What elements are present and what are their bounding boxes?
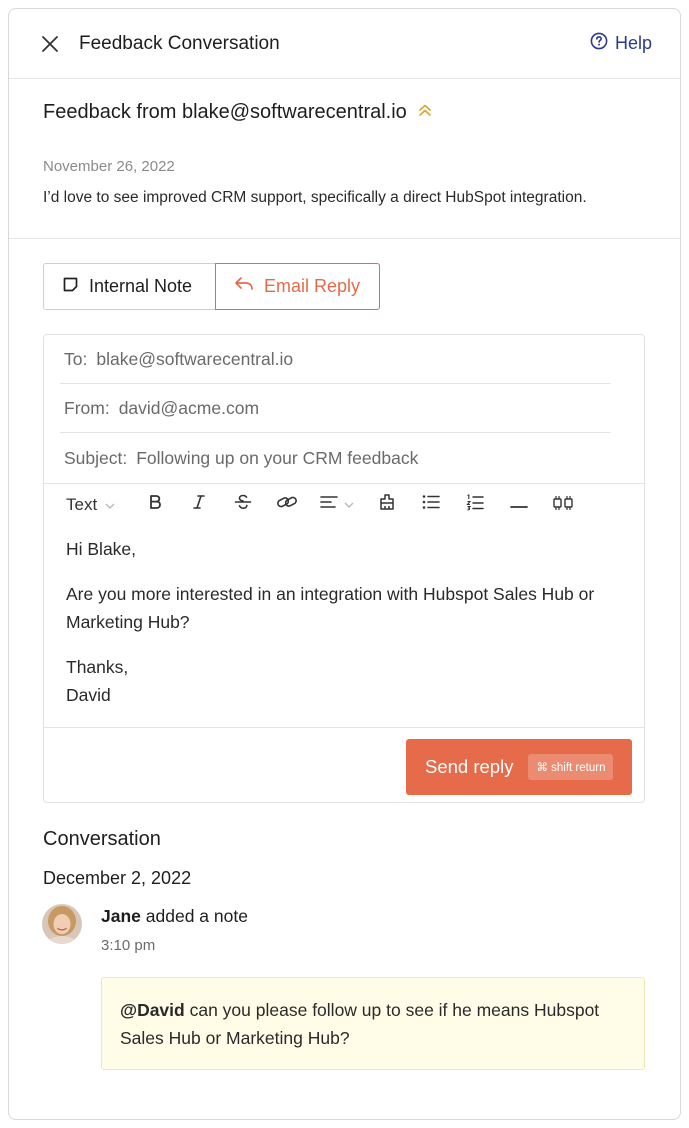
from-value: david@acme.com: [118, 397, 260, 418]
clear-format-icon: [378, 493, 396, 516]
tab-email-reply-label: Email Reply: [264, 276, 361, 296]
send-reply-button[interactable]: Send reply ⌘ shift return: [406, 739, 632, 795]
double-chevron-up-icon: [417, 101, 433, 124]
strikethrough-icon: [234, 493, 252, 516]
email-composer: To: blake@softwarecentral.io From: david…: [43, 334, 645, 803]
to-value: blake@softwarecentral.io: [96, 348, 294, 369]
message-greeting: Hi Blake,: [66, 539, 137, 559]
feedback-panel: Feedback Conversation Help Feedback from…: [8, 8, 681, 1120]
help-label: Help: [614, 33, 652, 53]
quote-button[interactable]: [541, 494, 585, 516]
italic-button[interactable]: [177, 494, 221, 515]
entry-action: added a note: [145, 906, 248, 926]
strikethrough-button[interactable]: [221, 493, 265, 516]
text-style-dropdown[interactable]: Text: [66, 495, 115, 515]
panel-title: Feedback Conversation: [79, 32, 280, 54]
feedback-title: Feedback from blake@softwarecentral.io: [43, 101, 407, 123]
help-link[interactable]: Help: [590, 32, 652, 55]
numbered-list-button[interactable]: [453, 493, 497, 516]
bullet-list-button[interactable]: [409, 494, 453, 515]
message-signature: David: [66, 685, 111, 705]
align-dropdown[interactable]: [309, 495, 365, 514]
numbered-list-icon: [466, 493, 484, 516]
text-style-label: Text: [66, 494, 98, 514]
quote-icon: [553, 494, 573, 516]
entry-author: Jane: [101, 906, 141, 926]
feedback-title-row: Feedback from blake@softwarecentral.io: [43, 101, 646, 124]
tab-email-reply[interactable]: Email Reply: [215, 263, 380, 310]
tab-internal-note[interactable]: Internal Note: [43, 263, 215, 310]
editor-toolbar: Text: [44, 483, 644, 525]
panel-header: Feedback Conversation Help: [9, 9, 680, 79]
message-text: Are you more interested in an integratio…: [66, 584, 595, 632]
conversation-date: December 2, 2022: [43, 868, 192, 888]
to-label: To:: [64, 348, 88, 369]
link-icon: [276, 494, 298, 515]
to-field[interactable]: To: blake@softwarecentral.io: [60, 335, 611, 384]
avatar: [42, 904, 82, 944]
bullet-list-icon: [422, 494, 440, 515]
horizontal-rule-button[interactable]: [497, 496, 541, 514]
feedback-summary: Feedback from blake@softwarecentral.io N…: [9, 79, 680, 239]
subject-value: Following up on your CRM feedback: [136, 448, 419, 468]
note-text: can you please follow up to see if he me…: [120, 1000, 600, 1048]
bold-icon: [148, 494, 162, 515]
internal-note-card: @David can you please follow up to see i…: [101, 977, 645, 1070]
from-label: From:: [64, 397, 110, 418]
conversation-entry-header: Jane added a note: [101, 906, 248, 927]
note-mention[interactable]: @David: [120, 1000, 185, 1020]
italic-icon: [192, 494, 206, 515]
link-button[interactable]: [265, 494, 309, 515]
from-field[interactable]: From: david@acme.com: [60, 384, 611, 433]
send-reply-label: Send reply: [425, 756, 514, 777]
feedback-body: I’d love to see improved CRM support, sp…: [43, 189, 587, 206]
align-left-icon: [320, 495, 338, 514]
bold-button[interactable]: [133, 494, 177, 515]
tab-internal-note-label: Internal Note: [89, 276, 193, 296]
subject-label: Subject:: [64, 448, 128, 468]
entry-time: 3:10 pm: [101, 937, 156, 954]
note-icon: [62, 276, 79, 298]
composer-footer: Send reply ⌘ shift return: [44, 727, 644, 803]
chevron-down-icon: [105, 495, 115, 515]
message-editor[interactable]: Hi Blake, Are you more interested in an …: [66, 535, 626, 709]
message-signoff: Thanks,: [66, 657, 129, 677]
reply-mode-tabs: Internal Note Email Reply: [43, 263, 380, 310]
horizontal-rule-icon: [510, 496, 529, 514]
chevron-down-icon: [344, 496, 354, 514]
question-circle-icon: [590, 32, 608, 55]
keyboard-shortcut-badge: ⌘ shift return: [528, 754, 614, 780]
conversation-heading: Conversation: [43, 828, 161, 850]
feedback-date: November 26, 2022: [43, 158, 175, 175]
close-icon[interactable]: [39, 33, 61, 55]
clear-format-button[interactable]: [365, 493, 409, 516]
subject-field[interactable]: Subject: Following up on your CRM feedba…: [60, 434, 611, 483]
reply-arrow-icon: [234, 276, 254, 297]
